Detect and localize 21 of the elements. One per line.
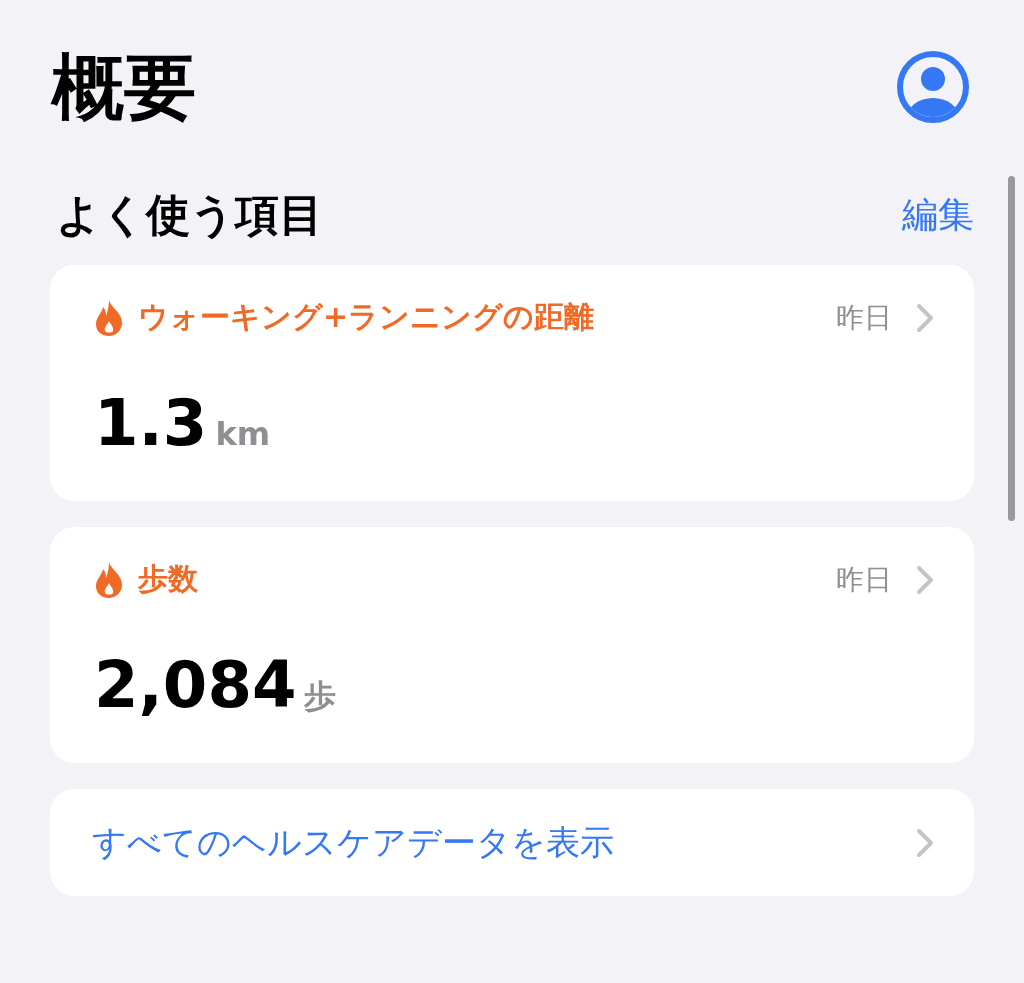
metric-date: 昨日 [836,561,892,598]
show-all-row[interactable]: すべてのヘルスケアデータを表示 [50,789,974,897]
metric-unit: km [215,415,270,454]
show-all-label: すべてのヘルスケアデータを表示 [92,820,614,864]
edit-link[interactable]: 編集 [902,191,974,241]
metric-date: 昨日 [836,299,892,336]
metric-value: 1.3 [94,386,208,461]
chevron-icon [916,564,934,595]
page-title: 概要 [52,44,196,131]
metric-label: ウォーキング+ランニングの距離 [138,298,596,337]
profile-icon[interactable] [896,50,970,125]
metric-value: 2,084 [94,648,297,723]
chevron-icon [916,302,934,333]
metric-card[interactable]: 歩数 昨日 2,084 歩 [50,527,974,764]
section-title: よく使う項目 [56,188,323,243]
metric-card[interactable]: ウォーキング+ランニングの距離 昨日 1.3 km [50,265,974,502]
flame-icon [94,298,124,337]
chevron-icon [916,827,934,858]
metric-unit: 歩 [304,676,337,718]
flame-icon [94,560,124,599]
metric-label: 歩数 [138,560,199,599]
